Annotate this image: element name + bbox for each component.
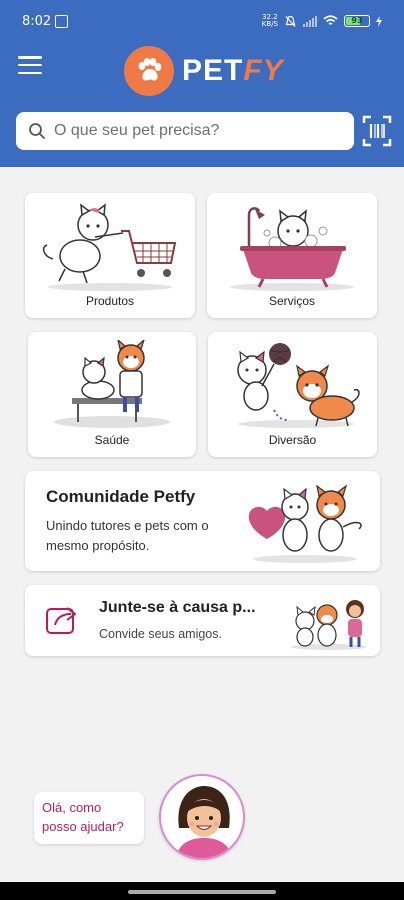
search-input[interactable] xyxy=(54,122,314,140)
tile-label: Produtos xyxy=(85,294,135,308)
pets-hugging-illustration xyxy=(248,484,362,563)
barcode-scan-icon[interactable] xyxy=(362,114,392,148)
assistant-avatar[interactable] xyxy=(159,774,245,860)
vet-exam-illustration xyxy=(54,340,170,428)
paw-icon xyxy=(124,46,174,96)
home-gesture-handle[interactable] xyxy=(128,890,276,894)
system-navigation-bar xyxy=(0,882,404,900)
tile-label: Diversão xyxy=(268,433,317,447)
invite-subtitle: Convide seus amigos. xyxy=(99,627,222,641)
tile-saude[interactable]: Saúde xyxy=(28,332,196,457)
community-title: Comunidade Petfy xyxy=(46,487,196,506)
pets-and-tutor-illustration xyxy=(291,600,367,650)
petfy-logo: PETFY xyxy=(124,45,284,97)
battery-icon: 93 xyxy=(344,15,370,27)
tile-produtos[interactable]: Produtos xyxy=(25,193,195,318)
community-subtitle: Unindo tutores e pets com o mesmo propós… xyxy=(46,518,209,553)
wifi-icon xyxy=(323,15,338,25)
notification-icon xyxy=(55,15,68,28)
community-card[interactable]: Comunidade Petfy Unindo tutores e pets c… xyxy=(25,471,380,571)
tile-diversao[interactable]: Diversão xyxy=(208,332,377,457)
network-speed: 32.2 KB/S xyxy=(261,13,278,28)
search-bar[interactable] xyxy=(16,112,354,150)
assistant-chat-bubble[interactable]: Olá, como posso ajudar? xyxy=(34,792,144,844)
app-header: 8:02 32.2 KB/S 93 PETFY O que seu pet pr… xyxy=(0,0,404,167)
share-icon xyxy=(46,607,76,634)
logo-wordmark: PETFY xyxy=(182,54,284,87)
invite-friends-card[interactable]: Junte-se à causa p... Convide seus amigo… xyxy=(25,585,380,656)
tile-label: Saúde xyxy=(94,433,130,447)
invite-title: Junte-se à causa p... xyxy=(99,599,256,616)
status-bar: 8:02 32.2 KB/S 93 xyxy=(0,0,404,42)
status-time: 8:02 xyxy=(22,14,52,29)
signal-icon xyxy=(303,15,317,27)
search-icon xyxy=(29,123,45,139)
cat-in-bathtub-illustration xyxy=(230,207,354,291)
tile-label: Serviços xyxy=(268,294,315,308)
mute-icon xyxy=(285,15,296,27)
tile-servicos[interactable]: Serviços xyxy=(207,193,377,318)
status-indicators: 32.2 KB/S 93 xyxy=(262,14,382,28)
cat-with-cart-illustration xyxy=(42,203,177,291)
assistant-greeting: Olá, como posso ajudar? xyxy=(42,800,124,834)
assistant-avatar-illustration xyxy=(175,786,233,858)
menu-button[interactable] xyxy=(18,56,42,74)
pets-playing-ball-illustration xyxy=(237,343,360,428)
charging-icon xyxy=(376,15,382,27)
